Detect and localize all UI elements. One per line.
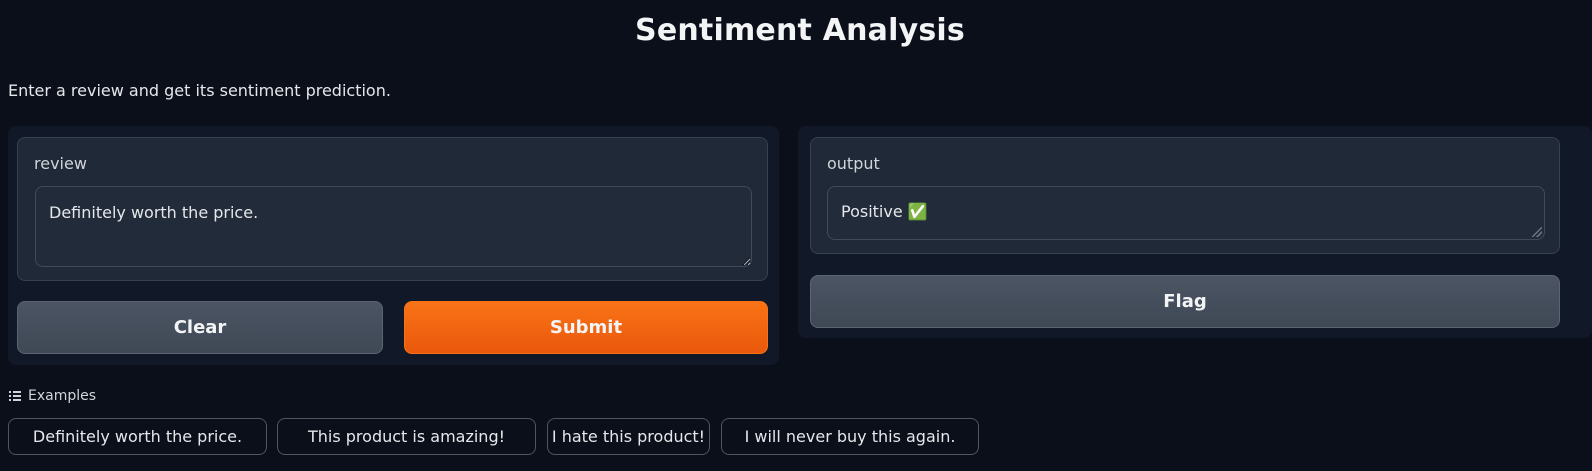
review-label: review xyxy=(34,154,87,173)
example-item[interactable]: I hate this product! xyxy=(547,418,710,455)
app-root: Sentiment Analysis Enter a review and ge… xyxy=(0,0,1592,471)
review-input[interactable] xyxy=(35,186,752,267)
page-title: Sentiment Analysis xyxy=(635,13,965,48)
examples-label: Examples xyxy=(28,388,97,404)
clear-button[interactable]: Clear xyxy=(17,301,383,354)
example-item[interactable]: Definitely worth the price. xyxy=(8,418,267,455)
flag-button[interactable]: Flag xyxy=(810,275,1560,328)
output-label: output xyxy=(827,154,880,173)
output-textbox[interactable]: Positive ✅ xyxy=(827,186,1545,240)
output-panel: output Positive ✅ Flag xyxy=(798,126,1592,338)
input-panel: review Clear Submit xyxy=(8,126,779,365)
review-block: review xyxy=(17,137,768,281)
list-icon xyxy=(9,391,21,401)
output-block: output Positive ✅ xyxy=(810,137,1560,254)
output-value: Positive ✅ xyxy=(841,202,928,221)
examples-header[interactable]: Examples xyxy=(9,388,96,404)
example-item[interactable]: This product is amazing! xyxy=(277,418,536,455)
submit-button[interactable]: Submit xyxy=(404,301,768,354)
example-item[interactable]: I will never buy this again. xyxy=(721,418,979,455)
page-description: Enter a review and get its sentiment pre… xyxy=(8,81,391,100)
resize-handle-icon[interactable] xyxy=(1532,227,1542,237)
